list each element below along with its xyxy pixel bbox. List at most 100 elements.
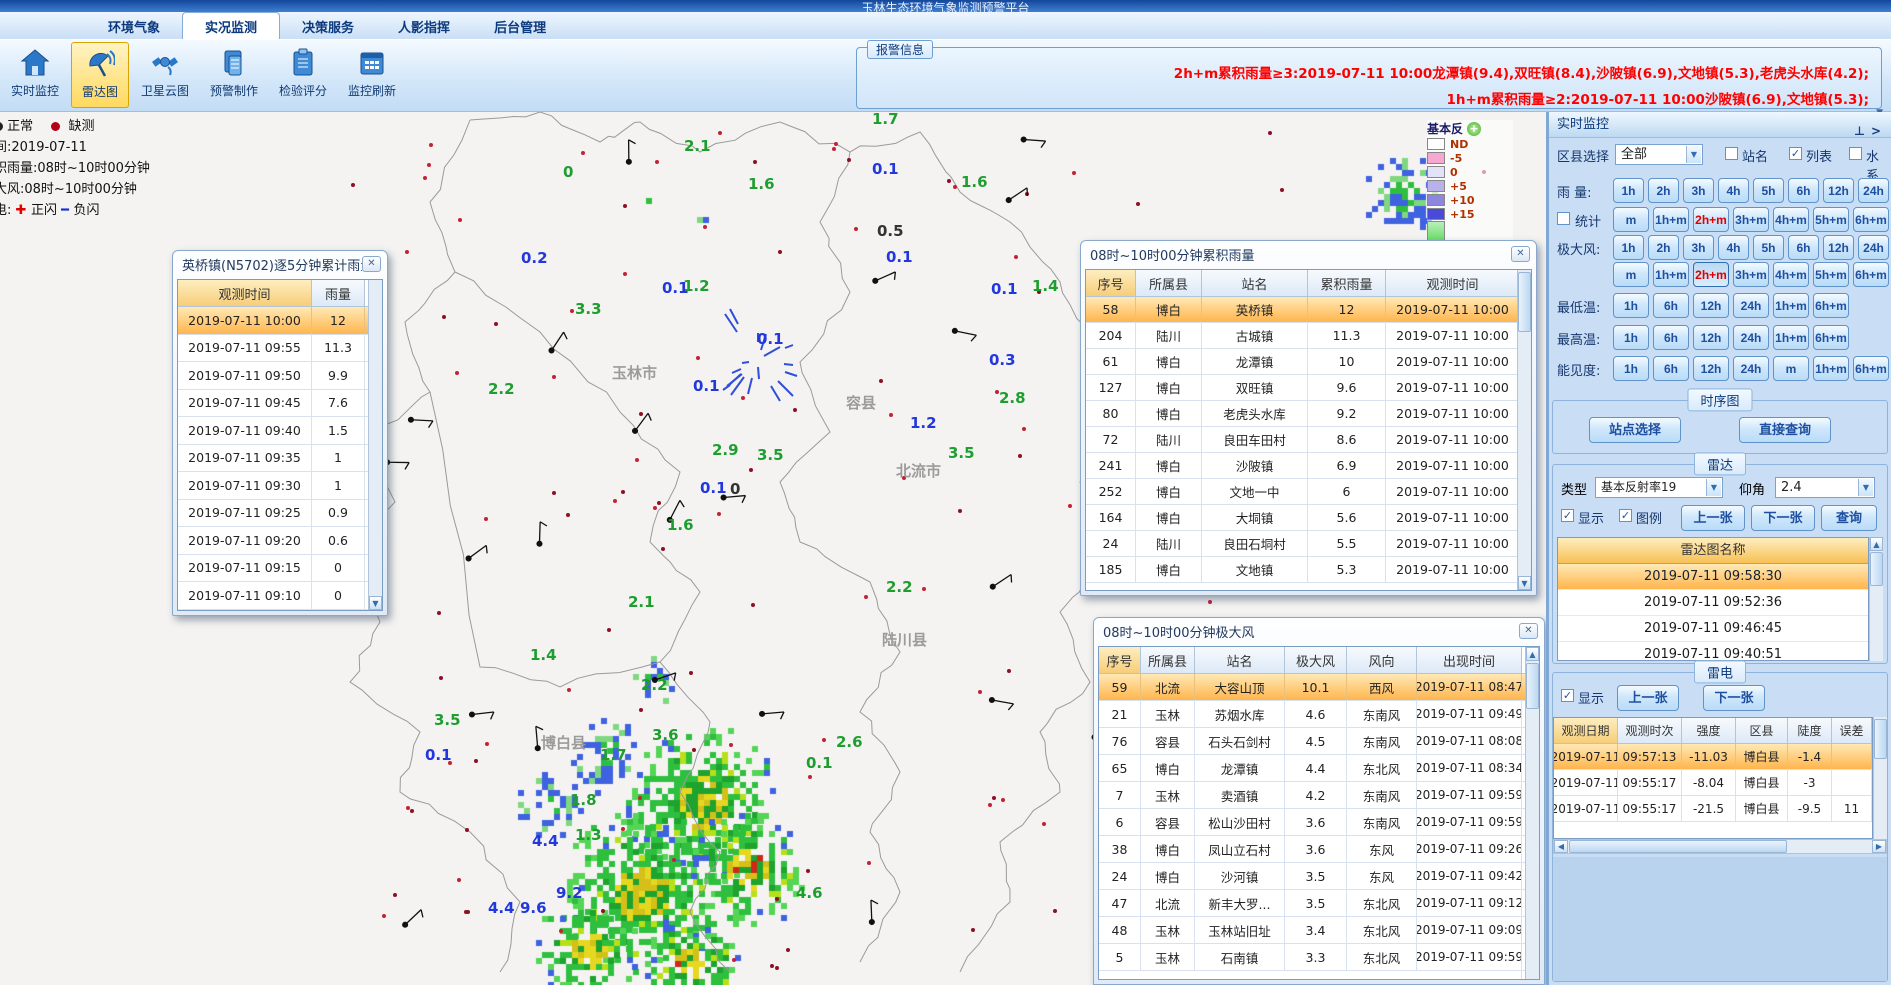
interval-button-6h[interactable]: 6h: [1653, 325, 1689, 350]
interval-button-1h+m[interactable]: 1h+m: [1773, 293, 1809, 318]
checkbox-站名[interactable]: [1725, 147, 1738, 160]
table-row[interactable]: 2019-07-11 10:0012: [178, 307, 382, 335]
scroll-up-arrow[interactable]: ▲: [1526, 647, 1539, 661]
vertical-scrollbar[interactable]: ▼: [368, 280, 382, 610]
scroll-up-arrow[interactable]: ▲: [1870, 537, 1883, 551]
table-row[interactable]: 204陆川古城镇11.32019-07-11 10:00: [1086, 323, 1531, 349]
checkbox-display[interactable]: ✓: [1561, 689, 1574, 702]
table-row[interactable]: 2019-07-11 09:150: [178, 555, 382, 583]
table-row[interactable]: 80博白老虎头水库9.22019-07-11 10:00: [1086, 401, 1531, 427]
interval-button-6h[interactable]: 6h: [1788, 178, 1819, 203]
lightning-prev-button[interactable]: 上一张: [1617, 685, 1679, 711]
menu-tab-1[interactable]: 环境气象: [86, 13, 182, 39]
radar-list-item[interactable]: 2019-07-11 09:52:36: [1558, 590, 1868, 616]
interval-button-1h+m[interactable]: 1h+m: [1653, 207, 1689, 232]
interval-button-24h[interactable]: 24h: [1858, 178, 1889, 203]
interval-button-1h[interactable]: 1h: [1613, 293, 1649, 318]
radar-next-button[interactable]: 下一张: [1751, 505, 1815, 531]
vertical-scrollbar[interactable]: ▲: [1869, 537, 1883, 661]
interval-button-1h[interactable]: 1h: [1613, 325, 1649, 350]
table-row[interactable]: 164博白大垌镇5.62019-07-11 10:00: [1086, 505, 1531, 531]
interval-button-12h[interactable]: 12h: [1693, 325, 1729, 350]
checkbox-列表[interactable]: ✓: [1789, 147, 1802, 160]
interval-button-5h[interactable]: 5h: [1753, 235, 1784, 260]
lightning-next-button[interactable]: 下一张: [1703, 685, 1765, 711]
scroll-down-arrow[interactable]: ▼: [1518, 576, 1531, 590]
vertical-scrollbar[interactable]: ▼: [1517, 270, 1531, 590]
interval-button-2h+m[interactable]: 2h+m: [1693, 262, 1729, 287]
chevron-down-icon[interactable]: ▼: [1858, 479, 1873, 496]
checkbox-legend[interactable]: ✓: [1619, 509, 1632, 522]
table-row[interactable]: 252博白文地一中62019-07-11 10:00: [1086, 479, 1531, 505]
table-row[interactable]: 48玉林玉林站旧址3.4东北风2019-07-11 09:09: [1099, 917, 1539, 944]
interval-button-1h+m[interactable]: 1h+m: [1653, 262, 1689, 287]
table-row[interactable]: 127博白双旺镇9.62019-07-11 10:00: [1086, 375, 1531, 401]
radar-list-item[interactable]: 2019-07-11 09:40:51: [1558, 642, 1868, 661]
checkbox-水系[interactable]: [1849, 147, 1862, 160]
scroll-thumb[interactable]: [1870, 552, 1883, 586]
interval-button-3h+m[interactable]: 3h+m: [1733, 207, 1769, 232]
table-row[interactable]: 2019-07-11 09:509.9: [178, 362, 382, 390]
toolbar-button-2[interactable]: 雷达图: [71, 42, 129, 108]
rain-accumulation-dialog[interactable]: 08时~10时00分钟累积雨量✕序号所属县站名累积雨量观测时间58博白英桥镇12…: [1080, 240, 1537, 596]
close-icon[interactable]: ✕: [1519, 623, 1538, 639]
table-row[interactable]: 24陆川良田石垌村5.52019-07-11 10:00: [1086, 531, 1531, 557]
scroll-thumb[interactable]: [1518, 272, 1531, 332]
table-row[interactable]: 2019-07-11 09:457.6: [178, 390, 382, 418]
radar-list-item[interactable]: 2019-07-11 09:58:30: [1558, 564, 1868, 590]
checkbox-display[interactable]: ✓: [1561, 509, 1574, 522]
timeseries-button-2[interactable]: 直接查询: [1739, 417, 1831, 443]
scroll-down-arrow[interactable]: ▼: [369, 596, 382, 610]
interval-button-4h[interactable]: 4h: [1718, 235, 1749, 260]
interval-button-6h+m[interactable]: 6h+m: [1853, 262, 1889, 287]
menu-tab-5[interactable]: 后台管理: [472, 13, 568, 39]
interval-button-6h+m[interactable]: 6h+m: [1813, 325, 1849, 350]
district-select[interactable]: 全部▼: [1615, 144, 1703, 165]
interval-button-5h+m[interactable]: 5h+m: [1813, 262, 1849, 287]
radar-query-button[interactable]: 查询: [1821, 505, 1877, 531]
interval-button-5h[interactable]: 5h: [1753, 178, 1784, 203]
scroll-left-arrow[interactable]: ◀: [1554, 840, 1568, 853]
table-row[interactable]: 76容县石头石剑村4.5东南风2019-07-11 08:08: [1099, 728, 1539, 755]
close-icon[interactable]: ✕: [1511, 246, 1530, 262]
interval-button-12h[interactable]: 12h: [1693, 293, 1729, 318]
dialog-titlebar[interactable]: 08时~10时00分钟累积雨量✕: [1081, 241, 1536, 267]
table-row[interactable]: 241博白沙陂镇6.92019-07-11 10:00: [1086, 453, 1531, 479]
interval-button-1h+m[interactable]: 1h+m: [1773, 325, 1809, 350]
interval-button-6h[interactable]: 6h: [1653, 356, 1689, 381]
scroll-thumb[interactable]: [1569, 840, 1787, 853]
scroll-right-arrow[interactable]: ▶: [1872, 840, 1886, 853]
table-row[interactable]: 21玉林苏烟水库4.6东南风2019-07-11 09:49: [1099, 701, 1539, 728]
interval-button-m[interactable]: m: [1613, 262, 1649, 287]
table-row[interactable]: 59北流大容山顶10.1西风2019-07-11 08:47: [1099, 674, 1539, 701]
interval-button-6h+m[interactable]: 6h+m: [1813, 293, 1849, 318]
interval-button-12h[interactable]: 12h: [1823, 235, 1854, 260]
menu-tab-2[interactable]: 实况监测: [182, 12, 280, 39]
radar-list-item[interactable]: 2019-07-11 09:46:45: [1558, 616, 1868, 642]
table-row[interactable]: 6容县松山沙田村3.6东南风2019-07-11 09:59: [1099, 809, 1539, 836]
interval-button-2h+m[interactable]: 2h+m: [1693, 207, 1729, 232]
table-row[interactable]: 2019-07-11 09:5511.3: [178, 335, 382, 363]
interval-button-24h[interactable]: 24h: [1858, 235, 1889, 260]
interval-button-1h+m[interactable]: 1h+m: [1813, 356, 1849, 381]
table-row[interactable]: 185博白文地镇5.32019-07-11 10:00: [1086, 557, 1531, 583]
radar-type-select[interactable]: 基本反射率19▼: [1595, 477, 1723, 498]
interval-button-1h[interactable]: 1h: [1613, 356, 1649, 381]
interval-button-5h+m[interactable]: 5h+m: [1813, 207, 1849, 232]
collapse-arrow-icon[interactable]: >: [1871, 118, 1881, 144]
toolbar-button-6[interactable]: 监控刷新: [339, 42, 405, 108]
checkbox-statistics[interactable]: [1557, 212, 1570, 225]
table-row[interactable]: 5玉林石南镇3.3东北风2019-07-11 09:59: [1099, 944, 1539, 971]
interval-button-4h+m[interactable]: 4h+m: [1773, 207, 1809, 232]
interval-button-m[interactable]: m: [1613, 207, 1649, 232]
table-row[interactable]: 2019-07-11 09:200.6: [178, 527, 382, 555]
zoom-plus-icon[interactable]: +: [1467, 122, 1481, 136]
toolbar-button-4[interactable]: 预警制作: [201, 42, 267, 108]
table-row[interactable]: 47北流新丰大罗...3.5东北风2019-07-11 09:12: [1099, 890, 1539, 917]
radar-elevation-select[interactable]: 2.4▼: [1775, 477, 1875, 498]
interval-button-24h[interactable]: 24h: [1733, 325, 1769, 350]
timeseries-button-1[interactable]: 站点选择: [1589, 417, 1681, 443]
max-wind-dialog[interactable]: 08时~10时00分钟极大风✕序号所属县站名极大风风向出现时间59北流大容山顶1…: [1093, 617, 1545, 985]
interval-button-6h[interactable]: 6h: [1788, 235, 1819, 260]
interval-button-6h+m[interactable]: 6h+m: [1853, 207, 1889, 232]
